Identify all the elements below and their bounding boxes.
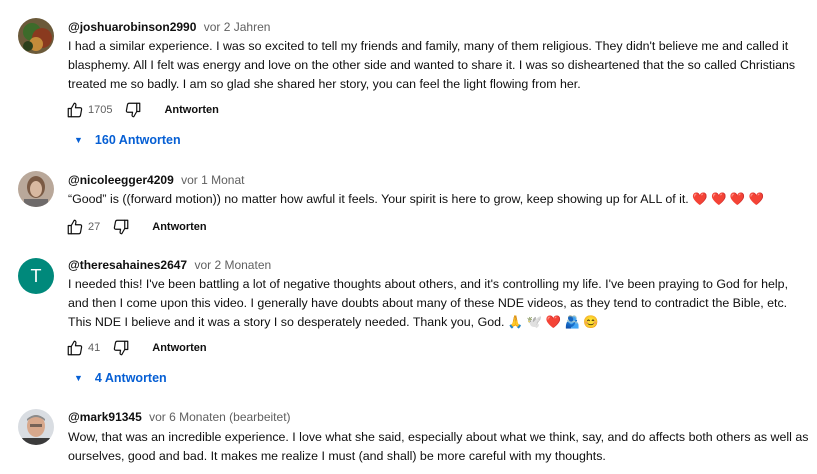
reply-button[interactable]: Antworten (152, 342, 206, 354)
reply-button[interactable]: Antworten (164, 104, 218, 116)
comment-header: @nicoleegger4209 vor 1 Monat (68, 172, 244, 188)
avatar[interactable]: T (18, 258, 54, 294)
comment-text-line: I had a similar experience. I was so exc… (68, 39, 789, 53)
reply-button[interactable]: Antworten (152, 221, 206, 233)
view-replies-button[interactable]: ▼ 4 Antworten (74, 371, 167, 385)
comment-text-line: blasphemy. All I felt was energy and lov… (68, 58, 796, 72)
like-count: 41 (88, 342, 101, 354)
comment-time[interactable]: vor 2 Monaten (194, 258, 271, 272)
avatar[interactable] (18, 171, 54, 207)
comment-text-line: Wow, that was an incredible experience. … (68, 430, 809, 444)
thumbs-down-icon (126, 102, 141, 118)
like-button[interactable] (66, 101, 84, 119)
like-button[interactable] (66, 339, 84, 357)
thumbs-up-icon (67, 340, 83, 356)
comment-header: @mark91345 vor 6 Monaten (bearbeitet) (68, 409, 291, 425)
comment-author[interactable]: @joshuarobinson2990 (68, 20, 196, 34)
avatar[interactable] (18, 409, 54, 445)
thumbs-down-icon (114, 340, 129, 356)
comment-text-line: This NDE I believe and it was a story I … (68, 315, 599, 329)
comment-text-line: I needed this! I've been battling a lot … (68, 277, 789, 291)
dislike-button[interactable] (124, 101, 142, 119)
comment-time[interactable]: vor 6 Monaten (bearbeitet) (149, 410, 290, 424)
comment-header: @theresahaines2647 vor 2 Monaten (68, 257, 271, 273)
dislike-button[interactable] (112, 339, 130, 357)
replies-count-label: 4 Antworten (94, 371, 167, 385)
comment-text-line: “Good” is ((forward motion)) no matter h… (68, 192, 765, 206)
comment-header: @joshuarobinson2990 vor 2 Jahren (68, 19, 270, 35)
thumbs-up-icon (67, 102, 83, 118)
comment-text: I had a similar experience. I was so exc… (68, 37, 813, 94)
comment-actions: 41 Antworten (66, 338, 207, 358)
comment-author[interactable]: @theresahaines2647 (68, 258, 187, 272)
comment-author[interactable]: @mark91345 (68, 410, 142, 424)
chevron-down-icon: ▼ (74, 135, 83, 145)
thumbs-down-icon (114, 219, 129, 235)
chevron-down-icon: ▼ (74, 373, 83, 383)
comment-time[interactable]: vor 2 Jahren (204, 20, 271, 34)
avatar[interactable] (18, 18, 54, 54)
comment-actions: 1705 Antworten (66, 100, 219, 120)
like-count: 1705 (88, 104, 113, 116)
comment-text-line: treated me so badly. I am so glad she sh… (68, 77, 581, 91)
comment-text: I needed this! I've been battling a lot … (68, 275, 813, 332)
comment-actions: 27 Antworten (66, 217, 207, 237)
comment-author[interactable]: @nicoleegger4209 (68, 173, 174, 187)
comment-text: Wow, that was an incredible experience. … (68, 428, 813, 466)
view-replies-button[interactable]: ▼ 160 Antworten (74, 133, 181, 147)
dislike-button[interactable] (112, 218, 130, 236)
comment-time[interactable]: vor 1 Monat (181, 173, 244, 187)
comment-text: “Good” is ((forward motion)) no matter h… (68, 190, 813, 209)
like-button[interactable] (66, 218, 84, 236)
like-count: 27 (88, 221, 101, 233)
thumbs-up-icon (67, 219, 83, 235)
comment-text-line: and then I come upon this video. I gener… (68, 296, 788, 310)
replies-count-label: 160 Antworten (94, 133, 181, 147)
comment-text-line: ourselves, good and bad. It makes me rea… (68, 449, 606, 463)
avatar-letter: T (30, 265, 42, 286)
